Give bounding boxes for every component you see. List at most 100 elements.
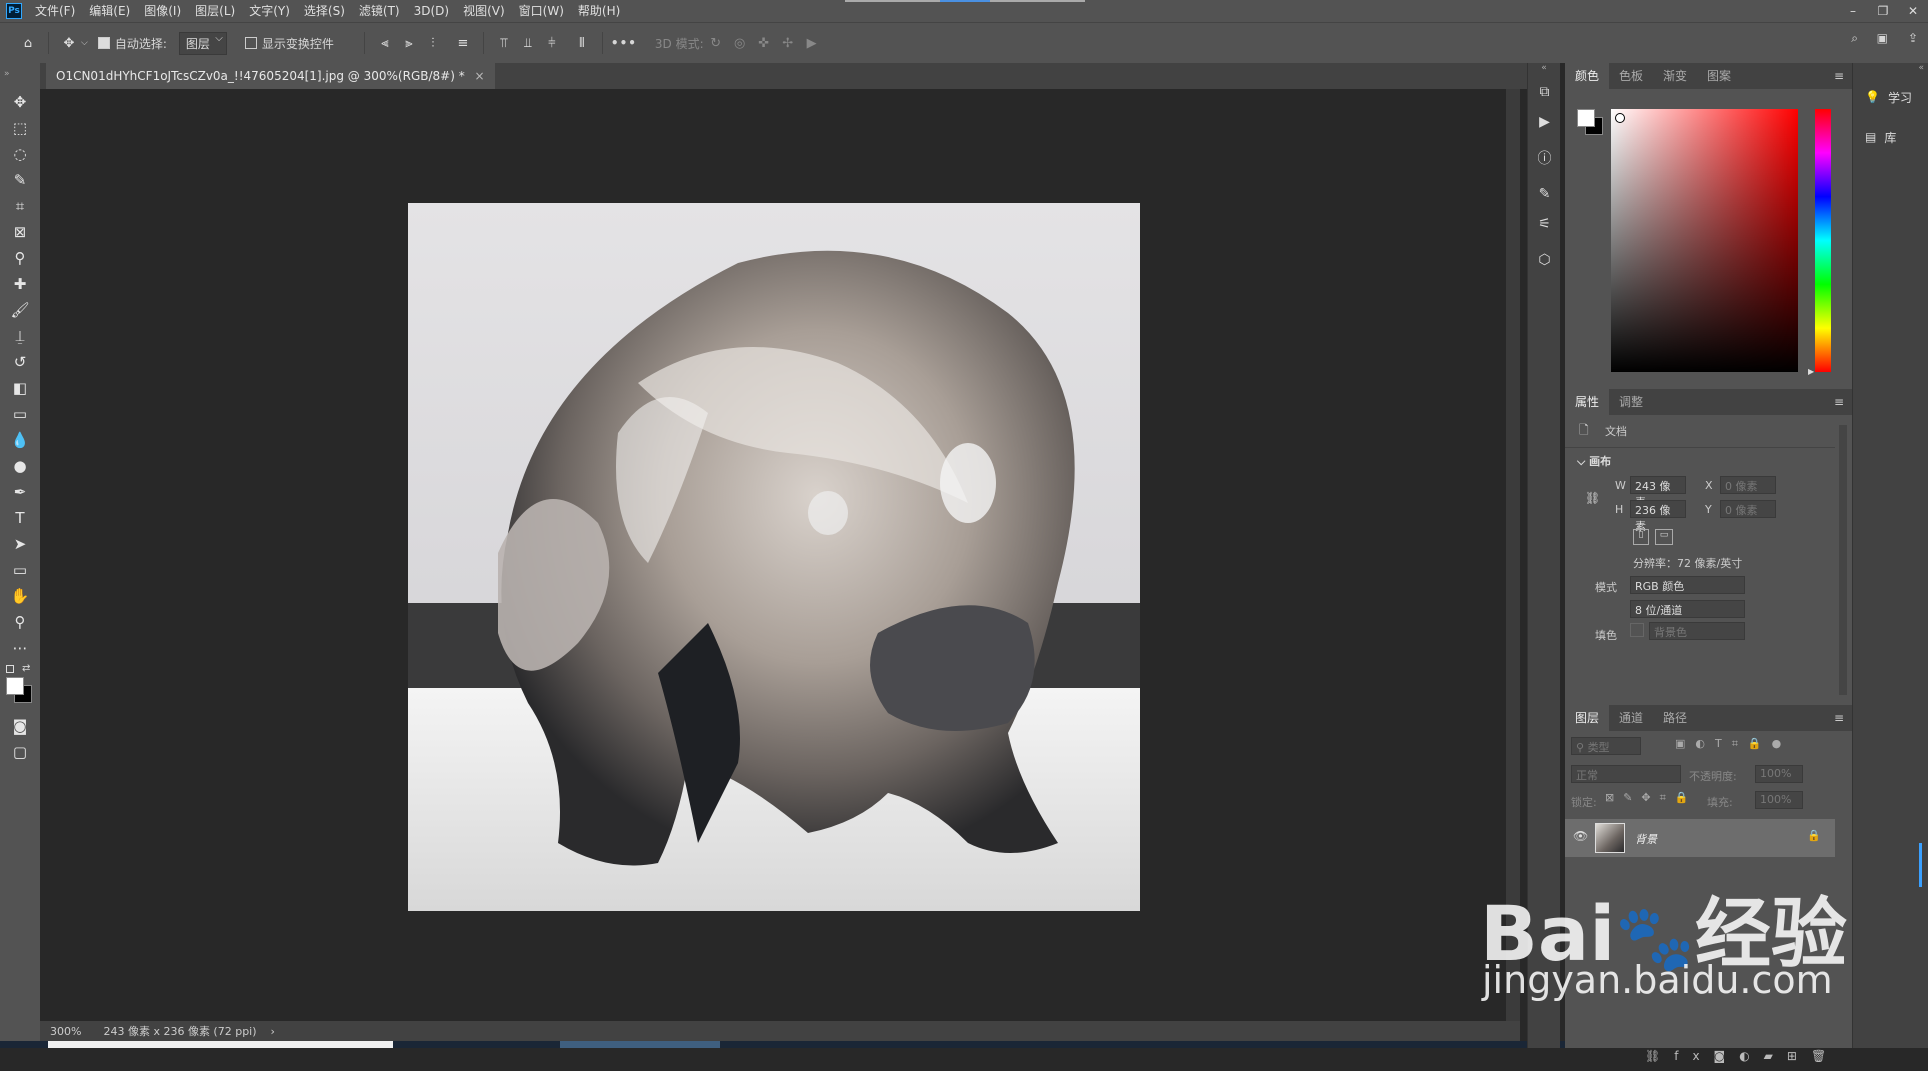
- tab-properties[interactable]: 属性: [1565, 389, 1610, 415]
- marquee-tool-icon[interactable]: ⬚: [0, 115, 40, 141]
- swap-colors-icon[interactable]: ⇄: [22, 663, 30, 674]
- foreground-swatch[interactable]: [1577, 109, 1595, 127]
- blur-tool-icon[interactable]: 💧: [0, 427, 40, 453]
- dodge-tool-icon[interactable]: ●: [0, 453, 40, 479]
- layer-row[interactable]: 👁 背景 🔒: [1565, 819, 1835, 857]
- visibility-eye-icon[interactable]: 👁: [1573, 829, 1588, 843]
- 3d-orbit-icon[interactable]: ↻: [704, 31, 728, 55]
- info-icon[interactable]: ⓘ: [1528, 143, 1561, 173]
- lock-icons[interactable]: ⊠✎✥⌗🔒: [1605, 791, 1698, 805]
- distribute-vertical-icon[interactable]: ⦀: [570, 31, 594, 55]
- bit-depth-dropdown[interactable]: 8 位/通道: [1630, 600, 1745, 618]
- panel-menu-icon[interactable]: ≡: [1834, 711, 1844, 725]
- y-field[interactable]: 0 像素: [1720, 500, 1776, 518]
- type-tool-icon[interactable]: T: [0, 505, 40, 531]
- chevron-down-icon[interactable]: ⌵: [81, 38, 88, 48]
- history-icon[interactable]: ⧉: [1528, 77, 1561, 107]
- minimize-icon[interactable]: –: [1838, 0, 1868, 22]
- portrait-icon[interactable]: ▯: [1633, 529, 1649, 545]
- tab-adjustments[interactable]: 调整: [1609, 389, 1653, 415]
- library-button[interactable]: ▤ 库: [1853, 117, 1928, 157]
- layer-filter-icons[interactable]: ▣◐T⌗🔒●: [1675, 737, 1791, 751]
- document-image[interactable]: [408, 203, 1140, 911]
- stamp-tool-icon[interactable]: ⍊: [0, 323, 40, 349]
- move-tool-icon[interactable]: ✥: [0, 89, 40, 115]
- brush-tool-icon[interactable]: 🖌: [0, 297, 40, 323]
- 3d-roll-icon[interactable]: ◎: [728, 31, 752, 55]
- hue-pointer-icon[interactable]: ▶: [1808, 367, 1814, 376]
- search-icon[interactable]: ⌕: [1851, 31, 1858, 46]
- frame-tool-icon[interactable]: ⊠: [0, 219, 40, 245]
- menu-type[interactable]: 文字(Y): [242, 0, 297, 22]
- tab-gradients[interactable]: 渐变: [1653, 63, 1697, 89]
- collapse-icon[interactable]: »: [0, 63, 40, 89]
- hue-slider[interactable]: [1815, 109, 1831, 372]
- tab-paths[interactable]: 路径: [1653, 705, 1697, 731]
- history-brush-tool-icon[interactable]: ↺: [0, 349, 40, 375]
- fill-opacity-field[interactable]: 100%: [1755, 791, 1803, 809]
- tab-layers[interactable]: 图层: [1565, 705, 1610, 731]
- zoom-tool-icon[interactable]: ⚲: [0, 609, 40, 635]
- panel-menu-icon[interactable]: ≡: [1834, 69, 1844, 83]
- width-field[interactable]: 243 像素: [1630, 476, 1686, 509]
- align-left-icon[interactable]: ⫷: [373, 31, 397, 55]
- layer-filter-dropdown[interactable]: ⚲ 类型: [1571, 737, 1641, 755]
- link-icon[interactable]: ⛓: [1585, 491, 1600, 505]
- quick-select-tool-icon[interactable]: ✎: [0, 167, 40, 193]
- menu-select[interactable]: 选择(S): [297, 0, 352, 22]
- align-bottom-icon[interactable]: ⫩: [540, 31, 564, 55]
- panel-menu-icon[interactable]: ≡: [1834, 395, 1844, 409]
- rectangle-tool-icon[interactable]: ▭: [0, 557, 40, 583]
- crop-tool-icon[interactable]: ⌗: [0, 193, 40, 219]
- more-tools-icon[interactable]: ⋯: [0, 635, 40, 661]
- adjustments-icon[interactable]: ⚟: [1528, 209, 1561, 239]
- learn-button[interactable]: 💡 学习: [1853, 77, 1928, 117]
- document-tab[interactable]: O1CN01dHYhCF1oJTcsCZv0a_!!47605204[1].jp…: [46, 63, 495, 89]
- close-tab-icon[interactable]: ×: [475, 69, 485, 83]
- align-middle-icon[interactable]: ⫫: [516, 31, 540, 55]
- x-field[interactable]: 0 像素: [1720, 476, 1776, 494]
- more-options-icon[interactable]: •••: [611, 36, 637, 50]
- move-tool-icon[interactable]: ✥: [57, 31, 81, 55]
- color-picker-marker[interactable]: [1615, 113, 1625, 123]
- fill-color-swatch[interactable]: [1630, 623, 1644, 637]
- gradient-tool-icon[interactable]: ▭: [0, 401, 40, 427]
- path-select-tool-icon[interactable]: ➤: [0, 531, 40, 557]
- lock-icon[interactable]: 🔒: [1807, 829, 1821, 842]
- align-top-icon[interactable]: ⫪: [492, 31, 516, 55]
- foreground-color-swatch[interactable]: [6, 677, 24, 695]
- blend-mode-dropdown[interactable]: 正常: [1571, 765, 1681, 783]
- taskbar-active-app[interactable]: [560, 1041, 720, 1048]
- collapse-icon[interactable]: «: [1528, 63, 1560, 77]
- menu-3d[interactable]: 3D(D): [407, 0, 456, 22]
- home-icon[interactable]: ⌂: [16, 31, 40, 55]
- tab-channels[interactable]: 通道: [1609, 705, 1653, 731]
- quick-mask-icon[interactable]: ◙: [0, 713, 40, 739]
- layer-action-icons[interactable]: ⛓fx◙◐▰⊞🗑: [1645, 1049, 1840, 1063]
- align-right-icon[interactable]: ⫶: [421, 31, 445, 55]
- align-center-icon[interactable]: ⫸: [397, 31, 421, 55]
- height-field[interactable]: 236 像素: [1630, 500, 1686, 533]
- show-transform-checkbox[interactable]: [244, 37, 257, 49]
- default-colors-icon[interactable]: [6, 665, 14, 673]
- color-field[interactable]: [1611, 109, 1798, 372]
- share-icon[interactable]: ⇪: [1908, 31, 1918, 45]
- properties-scrollbar[interactable]: [1839, 425, 1847, 695]
- fill-dropdown[interactable]: 背景色: [1649, 622, 1745, 640]
- collapse-icon[interactable]: «: [1853, 63, 1928, 77]
- hand-tool-icon[interactable]: ✋: [0, 583, 40, 609]
- menu-window[interactable]: 窗口(W): [512, 0, 571, 22]
- brush-settings-icon[interactable]: ✎: [1528, 179, 1561, 209]
- auto-select-checkbox[interactable]: [97, 37, 110, 49]
- eyedropper-tool-icon[interactable]: ⚲: [0, 245, 40, 271]
- close-icon[interactable]: ✕: [1898, 0, 1928, 22]
- 3d-pan-icon[interactable]: ✜: [752, 31, 776, 55]
- auto-select-dropdown[interactable]: 图层: [178, 31, 227, 55]
- lasso-tool-icon[interactable]: ◌: [0, 141, 40, 167]
- eraser-tool-icon[interactable]: ◧: [0, 375, 40, 401]
- 3d-slide-icon[interactable]: ✢: [776, 31, 800, 55]
- landscape-icon[interactable]: ▭: [1655, 529, 1673, 545]
- tab-patterns[interactable]: 图案: [1697, 63, 1741, 89]
- menu-layer[interactable]: 图层(L): [188, 0, 242, 22]
- pen-tool-icon[interactable]: ✒: [0, 479, 40, 505]
